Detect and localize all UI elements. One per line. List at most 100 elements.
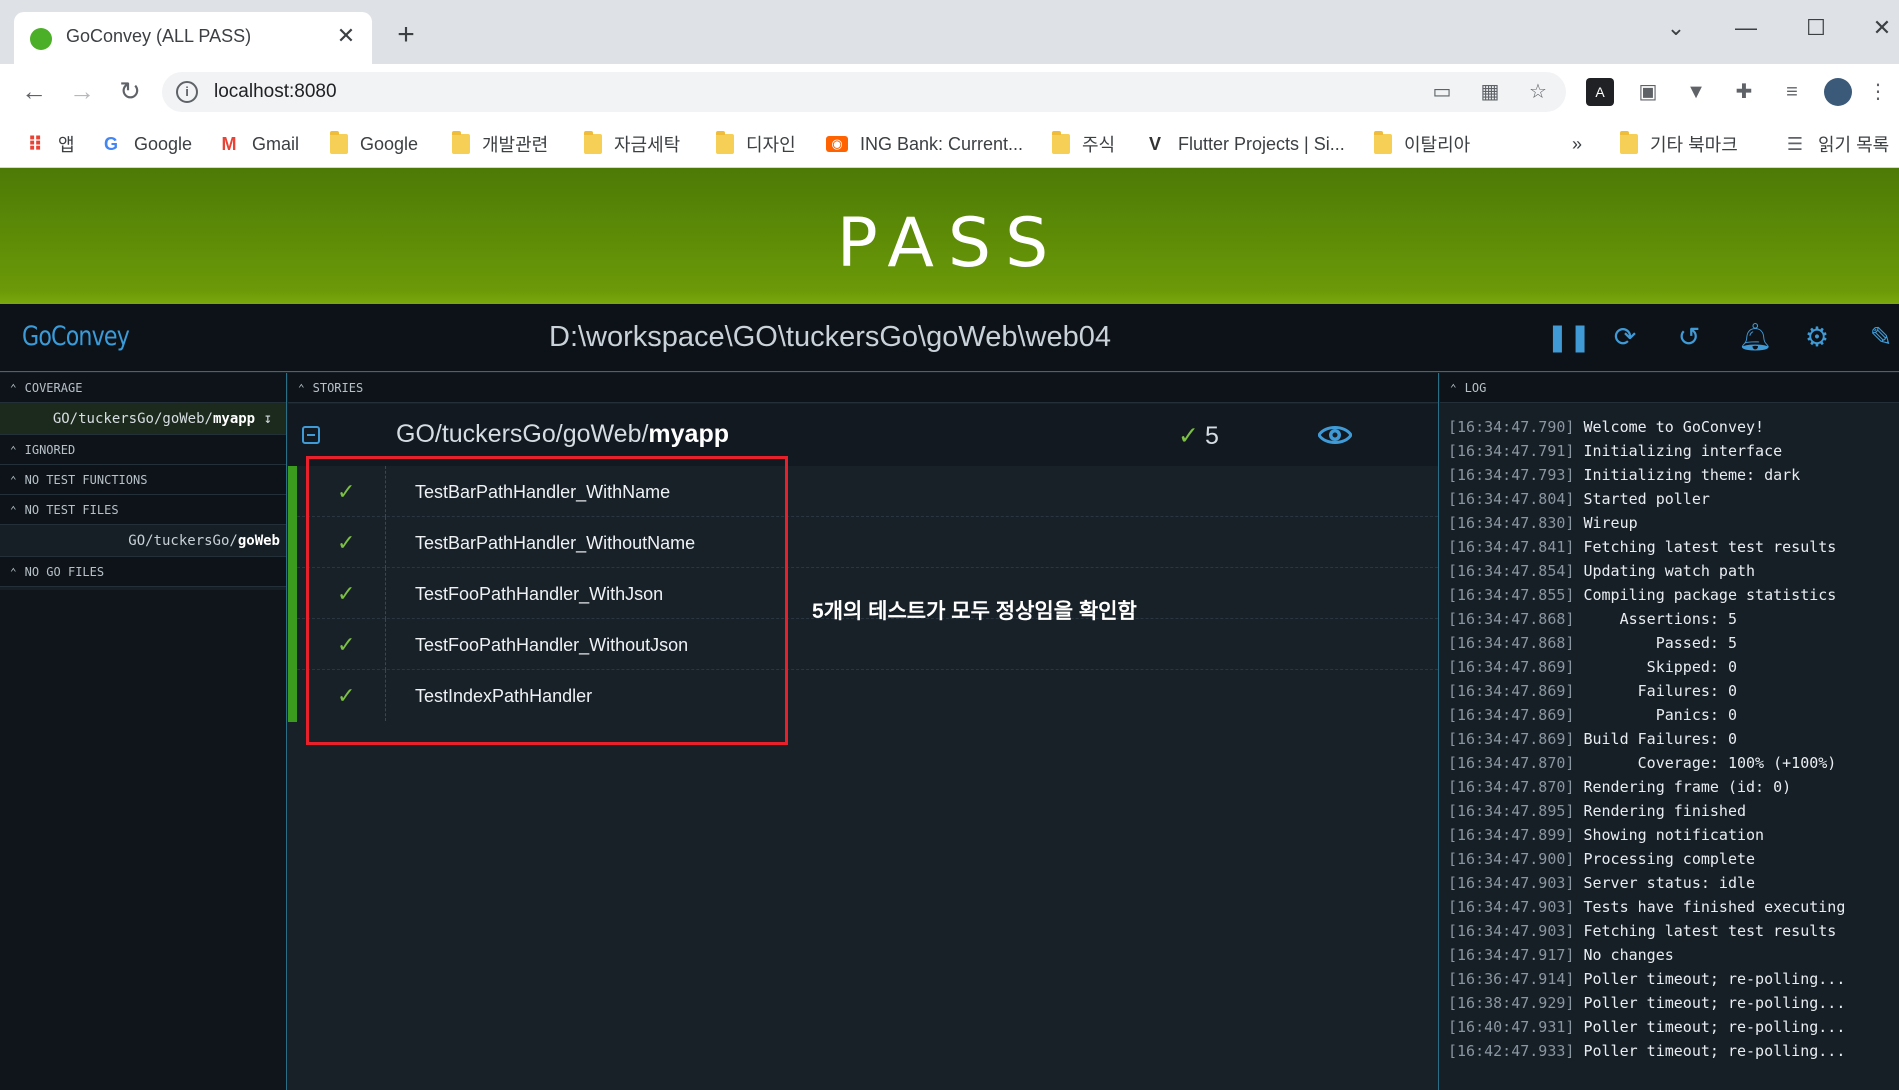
screenshot-extension-icon[interactable]: ▣: [1634, 78, 1662, 106]
package-name: myapp: [648, 420, 730, 448]
edit-icon[interactable]: ✎: [1866, 322, 1896, 352]
collapse-toggle-icon[interactable]: [302, 426, 320, 444]
log-message: Failures: 0: [1583, 682, 1737, 700]
browser-toolbar: ← → ↻ i localhost:8080 ▭ ▦ ☆ A ▣ ▼ ✚ ≡ ⋮: [0, 64, 1899, 120]
log-message: Assertions: 5: [1583, 610, 1737, 628]
log-message: Initializing interface: [1583, 442, 1783, 460]
package-path-prefix: GO/tuckersGo/goWeb/: [52, 411, 213, 427]
log-message: Rendering frame (id: 0): [1583, 778, 1792, 796]
bookmark-gmail[interactable]: M Gmail: [218, 130, 300, 158]
back-arrow-icon[interactable]: ←: [18, 76, 50, 108]
bookmark-folder-design[interactable]: 디자인: [716, 130, 796, 158]
site-info-icon[interactable]: i: [176, 81, 198, 103]
no-test-functions-section-header[interactable]: ⌃ NO TEST FUNCTIONS: [0, 465, 286, 495]
bookmark-label: 기타 북마크: [1650, 135, 1738, 155]
bookmark-label: Google: [134, 133, 193, 154]
bookmark-folder-aml[interactable]: 자금세탁: [584, 130, 680, 158]
section-title: NO TEST FUNCTIONS: [24, 473, 148, 487]
no-test-files-section-header[interactable]: ⌃ NO TEST FILES: [0, 495, 286, 525]
bookmarks-overflow-button[interactable]: »: [1572, 130, 1582, 158]
window-close-button[interactable]: ✕: [1862, 8, 1899, 48]
cast-device-icon[interactable]: ▭: [1429, 79, 1455, 105]
log-message: Poller timeout; re-polling...: [1583, 970, 1846, 988]
bookmark-ing-bank[interactable]: ◉ ING Bank: Current...: [826, 130, 1023, 158]
bookmark-google[interactable]: G Google: [100, 130, 192, 158]
tab-search-icon[interactable]: ⌄: [1656, 8, 1696, 48]
log-timestamp: [16:34:47.854]: [1448, 562, 1575, 580]
bookmark-folder-other[interactable]: 기타 북마크: [1620, 130, 1738, 158]
reload-icon[interactable]: ↻: [114, 76, 146, 108]
bookmark-folder-dev[interactable]: 개발관련: [452, 130, 548, 158]
bell-icon[interactable]: 🔔︎: [1738, 322, 1772, 352]
package-path-prefix: GO/tuckersGo/goWeb/: [396, 420, 649, 448]
log-timestamp: [16:34:47.895]: [1448, 802, 1575, 820]
section-title: IGNORED: [24, 443, 76, 457]
new-tab-button[interactable]: +: [390, 20, 422, 50]
log-output: [16:34:47.790] Welcome to GoConvey! [16:3…: [1440, 415, 1899, 1063]
annotation-message: 개의 테스트가 모두 정상임을 확인함: [823, 600, 1137, 623]
log-timestamp: [16:34:47.793]: [1448, 466, 1575, 484]
annotation-count: 5: [812, 600, 824, 623]
log-timestamp: [16:34:47.791]: [1448, 442, 1575, 460]
bookmark-label: Flutter Projects | Si...: [1178, 133, 1345, 154]
gear-icon[interactable]: ⚙: [1802, 322, 1832, 352]
eye-icon[interactable]: [1318, 422, 1352, 448]
forward-arrow-icon[interactable]: →: [66, 76, 98, 108]
log-message: Poller timeout; re-polling...: [1583, 1042, 1846, 1060]
browser-tab[interactable]: GoConvey (ALL PASS) ✕: [14, 12, 372, 64]
log-line: [16:34:47.793] Initializing theme: dark: [1448, 463, 1899, 487]
log-message: Coverage: 100% (+100%): [1583, 754, 1837, 772]
coverage-package-link[interactable]: GO/tuckersGo/goWeb/myapp ↧: [0, 403, 286, 435]
no-go-files-section-header[interactable]: ⌃ NO GO FILES: [0, 557, 286, 587]
log-message: Skipped: 0: [1583, 658, 1737, 676]
extensions-puzzle-icon[interactable]: ✚: [1730, 78, 1758, 106]
package-name: myapp: [212, 411, 256, 427]
pause-icon[interactable]: ❚❚: [1546, 322, 1591, 352]
log-line: [16:34:47.841] Fetching latest test resu…: [1448, 535, 1899, 559]
bookmark-folder-google[interactable]: Google: [330, 130, 418, 158]
refresh-icon[interactable]: ⟳: [1610, 322, 1640, 352]
log-timestamp: [16:34:47.804]: [1448, 490, 1575, 508]
log-timestamp: [16:38:47.929]: [1448, 994, 1575, 1012]
history-icon[interactable]: ↺: [1674, 322, 1704, 352]
stories-section-header[interactable]: ⌃ STORIES: [288, 373, 1438, 403]
log-line: [16:38:47.929] Poller timeout; re-pollin…: [1448, 991, 1899, 1015]
bookmark-star-icon[interactable]: ☆: [1525, 79, 1551, 105]
section-title: NO TEST FILES: [24, 503, 119, 517]
bookmark-reading-list[interactable]: ☰ 읽기 목록: [1784, 130, 1889, 158]
bookmark-label: 이탈리아: [1404, 135, 1471, 155]
profile-avatar[interactable]: [1824, 78, 1852, 106]
translate-extension-icon[interactable]: A: [1586, 78, 1614, 106]
log-timestamp: [16:34:47.917]: [1448, 946, 1575, 964]
media-queue-icon[interactable]: ≡: [1778, 78, 1806, 106]
watch-path[interactable]: D:\workspace\GO\tuckersGo\goWeb\web04: [0, 321, 1660, 354]
menu-kebab-icon[interactable]: ⋮: [1868, 78, 1888, 106]
minimize-button[interactable]: —: [1726, 8, 1766, 48]
log-message: No changes: [1583, 946, 1674, 964]
vue-extension-icon[interactable]: ▼: [1682, 78, 1710, 106]
bookmark-folder-italy[interactable]: 이탈리아: [1374, 130, 1470, 158]
qr-code-icon[interactable]: ▦: [1477, 79, 1503, 105]
download-arrow-icon: ↧: [263, 411, 272, 427]
tab-close-button[interactable]: ✕: [332, 22, 360, 50]
log-message: Initializing theme: dark: [1583, 466, 1801, 484]
address-bar[interactable]: i localhost:8080 ▭ ▦ ☆: [162, 72, 1566, 112]
log-timestamp: [16:34:47.868]: [1448, 634, 1575, 652]
bookmark-apps[interactable]: ⠿ 앱: [24, 130, 74, 158]
maximize-button[interactable]: ☐: [1796, 8, 1836, 48]
log-line: [16:34:47.903] Tests have finished execu…: [1448, 895, 1899, 919]
log-message: Poller timeout; re-polling...: [1583, 994, 1846, 1012]
no-test-files-package[interactable]: GO/tuckersGo/goWeb: [0, 525, 286, 557]
log-section-header[interactable]: ⌃ LOG: [1440, 373, 1899, 403]
log-line: [16:34:47.899] Showing notification: [1448, 823, 1899, 847]
bookmarks-bar: ⠿ 앱 G Google M Gmail Google 개발관련 자금세탁 디자…: [0, 120, 1899, 168]
ignored-section-header[interactable]: ⌃ IGNORED: [0, 435, 286, 465]
gmail-icon: M: [221, 133, 237, 154]
folder-icon: [1620, 131, 1638, 154]
log-timestamp: [16:34:47.900]: [1448, 850, 1575, 868]
coverage-section-header[interactable]: ⌃ COVERAGE: [0, 373, 286, 403]
bookmark-folder-stocks[interactable]: 주식: [1052, 130, 1115, 158]
log-message: Fetching latest test results: [1583, 922, 1837, 940]
url-text: localhost:8080: [214, 81, 337, 102]
bookmark-flutter[interactable]: V Flutter Projects | Si...: [1144, 130, 1345, 158]
